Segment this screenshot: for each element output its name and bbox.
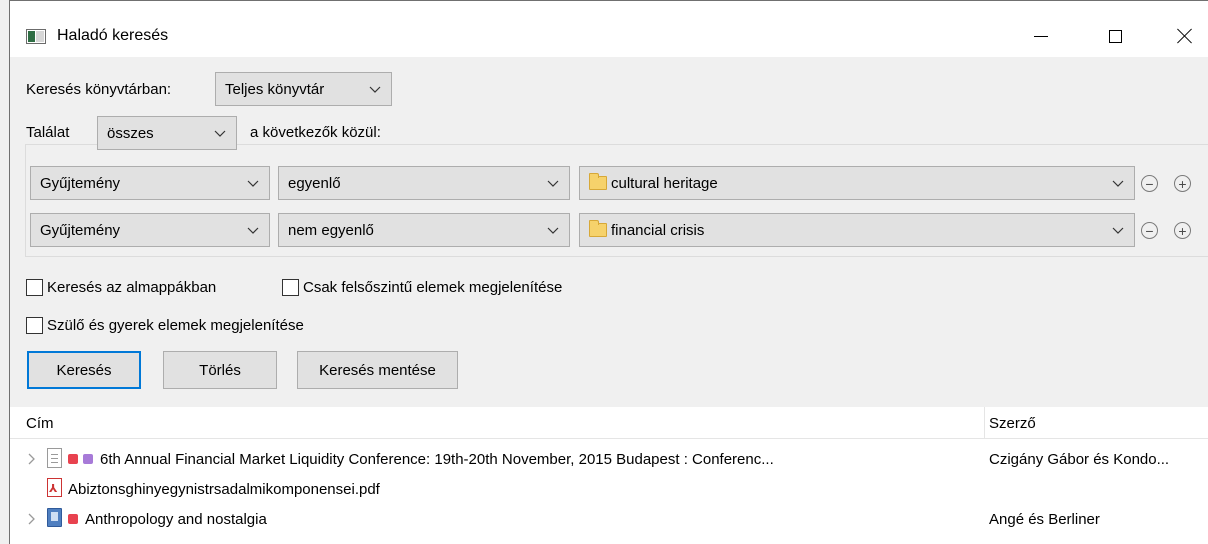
chevron-down-icon — [1111, 223, 1125, 237]
chevron-right-icon[interactable] — [26, 452, 38, 466]
book-icon — [47, 508, 62, 527]
chevron-down-icon — [213, 126, 227, 140]
maximize-icon — [1108, 29, 1122, 43]
match-select[interactable]: összes — [97, 116, 237, 150]
remove-condition-button[interactable]: − — [1141, 222, 1158, 239]
plus-icon: + — [1178, 175, 1187, 192]
advanced-search-window: Haladó keresés Keresés könyvtárban: Telj… — [9, 0, 1208, 544]
minus-icon: − — [1145, 222, 1154, 239]
folder-icon — [589, 173, 607, 190]
close-icon — [1177, 28, 1193, 44]
checkbox-box[interactable] — [26, 317, 43, 334]
table-row[interactable]: ⅄ Abiztonsghinyegynistrsadalmikomponense… — [10, 475, 1208, 505]
row-title: 6th Annual Financial Market Liquidity Co… — [100, 451, 774, 468]
chevron-down-icon — [246, 176, 260, 190]
chevron-down-icon — [246, 223, 260, 237]
clear-button[interactable]: Törlés — [163, 351, 277, 389]
condition-field-value: Gyűjtemény — [40, 221, 121, 239]
purple-tag-icon — [83, 454, 93, 464]
subfolders-checkbox[interactable]: Keresés az almappákban — [26, 279, 216, 296]
results-table: Cím Szerző 6th Annual Financial Market L… — [10, 407, 1208, 544]
top-level-label: Csak felsőszintű elemek megjelenítése — [303, 279, 563, 296]
remove-condition-button[interactable]: − — [1141, 175, 1158, 192]
table-header: Cím Szerző — [10, 407, 1208, 439]
parent-child-label: Szülő és gyerek elemek megjelenítése — [47, 317, 304, 334]
chevron-down-icon — [546, 223, 560, 237]
window-title: Haladó keresés — [57, 27, 169, 44]
condition-value-text: financial crisis — [611, 221, 705, 239]
subfolders-label: Keresés az almappákban — [47, 279, 217, 296]
row-author: Czigány Gábor és Kondo... — [989, 451, 1170, 468]
close-button[interactable] — [1162, 15, 1208, 57]
title-bar[interactable]: Haladó keresés — [10, 1, 1208, 57]
chevron-down-icon — [1111, 176, 1125, 190]
maximize-button[interactable] — [1092, 15, 1138, 57]
match-suffix: a következők közül: — [250, 124, 381, 141]
red-tag-icon — [68, 454, 78, 464]
minimize-icon — [1034, 35, 1048, 37]
pdf-icon: ⅄ — [47, 478, 62, 497]
row-author: Angé és Berliner — [989, 511, 1100, 528]
checkbox-box[interactable] — [26, 279, 43, 296]
condition-field-select[interactable]: Gyűjtemény — [30, 213, 270, 247]
minimize-button[interactable] — [1018, 15, 1064, 57]
condition-value-select[interactable]: financial crisis — [579, 213, 1135, 247]
app-icon — [26, 29, 46, 44]
column-divider[interactable] — [984, 407, 985, 439]
condition-field-value: Gyűjtemény — [40, 174, 121, 192]
condition-value-select[interactable]: cultural heritage — [579, 166, 1135, 200]
table-row[interactable]: Anthropology and nostalgia Angé és Berli… — [10, 505, 1208, 535]
top-level-checkbox[interactable]: Csak felsőszintű elemek megjelenítése — [282, 279, 562, 296]
minus-icon: − — [1145, 175, 1154, 192]
condition-operator-select[interactable]: nem egyenlő — [278, 213, 570, 247]
library-label: Keresés könyvtárban: — [26, 81, 172, 98]
add-condition-button[interactable]: + — [1174, 222, 1191, 239]
row-title: Abiztonsghinyegynistrsadalmikomponensei.… — [68, 481, 380, 498]
condition-operator-value: nem egyenlő — [288, 221, 374, 239]
condition-operator-value: egyenlő — [288, 174, 341, 192]
condition-value-text: cultural heritage — [611, 174, 718, 192]
condition-operator-select[interactable]: egyenlő — [278, 166, 570, 200]
table-row[interactable]: 6th Annual Financial Market Liquidity Co… — [10, 445, 1208, 475]
parent-child-checkbox[interactable]: Szülő és gyerek elemek megjelenítése — [26, 317, 304, 334]
library-select-value: Teljes könyvtár — [225, 80, 325, 98]
row-title: Anthropology and nostalgia — [85, 511, 267, 528]
search-button[interactable]: Keresés — [27, 351, 141, 389]
document-icon — [47, 448, 62, 468]
chevron-down-icon — [368, 82, 382, 96]
chevron-right-icon[interactable] — [26, 512, 38, 526]
match-select-value: összes — [107, 124, 154, 142]
plus-icon: + — [1178, 222, 1187, 239]
folder-icon — [589, 220, 607, 237]
condition-field-select[interactable]: Gyűjtemény — [30, 166, 270, 200]
chevron-down-icon — [546, 176, 560, 190]
red-tag-icon — [68, 514, 78, 524]
match-label: Találat — [26, 124, 70, 141]
save-search-button[interactable]: Keresés mentése — [297, 351, 458, 389]
library-select[interactable]: Teljes könyvtár — [215, 72, 392, 106]
column-header-title[interactable]: Cím — [26, 415, 54, 432]
column-header-author[interactable]: Szerző — [989, 415, 1036, 432]
add-condition-button[interactable]: + — [1174, 175, 1191, 192]
checkbox-box[interactable] — [282, 279, 299, 296]
